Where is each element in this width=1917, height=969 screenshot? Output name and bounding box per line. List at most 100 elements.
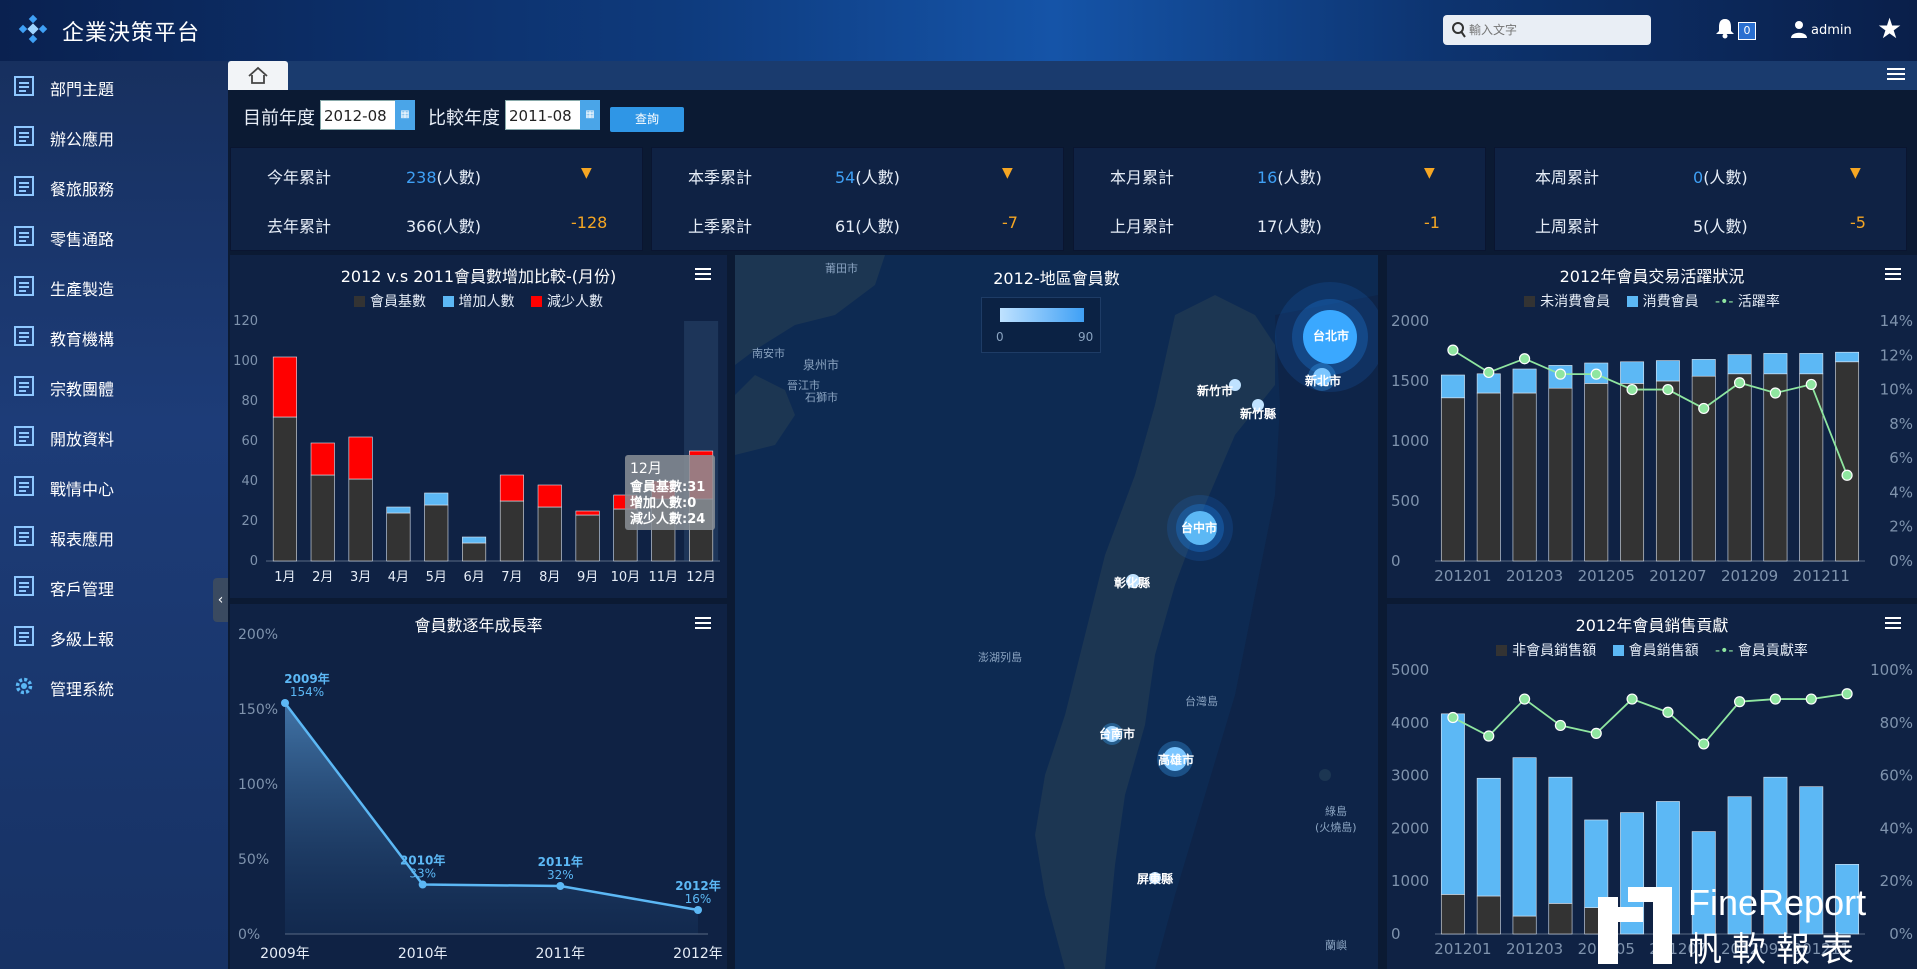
sidebar-item-label: 開放資料: [50, 430, 115, 449]
y2-tick-label: 0%: [1889, 552, 1913, 570]
logo-icon: [18, 14, 48, 44]
report-icon: [14, 76, 34, 96]
menu-icon[interactable]: [1887, 66, 1905, 82]
monthly-bar-chart: 0 20 40 60 80 100 120 1月 2月 3月 4月 5月 6月 7月 8月 9月 10月 11月 1…: [233, 314, 720, 585]
report-icon: [14, 626, 34, 646]
notification-count: 0: [1738, 22, 1756, 40]
sidebar-item-label: 生產製造: [50, 280, 115, 299]
sidebar-item-reports[interactable]: 報表應用: [0, 516, 228, 556]
app-title: 企業決策平台: [62, 21, 201, 46]
x-tick-label: 8月: [539, 570, 560, 585]
report-icon: [14, 426, 34, 446]
y-tick-label: 0: [1391, 552, 1401, 570]
y2-tick-label: 40%: [1880, 819, 1913, 837]
x-tick-label: 3月: [350, 570, 371, 585]
down-arrow-icon: ▼: [1424, 165, 1435, 181]
sidebar-item-department[interactable]: 部門主題: [0, 66, 228, 106]
calendar-icon[interactable]: ▦: [580, 100, 600, 130]
y-tick-label: 100: [233, 354, 258, 369]
report-icon: [14, 326, 34, 346]
kpi-label: 今年累計: [267, 168, 332, 187]
x-tick-label: 9月: [577, 570, 598, 585]
kpi-value: 16(人數): [1257, 164, 1322, 188]
rate-line: [1452, 349, 1848, 476]
sidebar-item-office[interactable]: 辦公應用: [0, 116, 228, 156]
sidebar-item-religion[interactable]: 宗教團體: [0, 366, 228, 406]
tab-strip: [228, 61, 1917, 90]
rate-point: [1447, 711, 1459, 724]
bell-icon[interactable]: [1715, 17, 1735, 39]
y-tick-label: 20: [241, 514, 258, 529]
tooltip-line: 增加人數:0: [630, 495, 696, 511]
data-label: 154%: [290, 685, 324, 699]
data-point: [418, 880, 427, 889]
y2-tick-label: 60%: [1880, 767, 1913, 785]
bar-segment: [499, 500, 524, 562]
bar-segment: [310, 474, 335, 562]
search-input[interactable]: [1469, 20, 1645, 40]
sidebar-item-multi-level[interactable]: 多級上報: [0, 616, 228, 656]
current-year-label: 目前年度: [243, 108, 315, 129]
y2-tick-label: 20%: [1880, 872, 1913, 890]
query-button[interactable]: 查詢: [610, 107, 684, 132]
sidebar-item-label: 宗教團體: [50, 380, 115, 399]
kpi-unit: (人數): [1277, 168, 1322, 187]
data-label-category: 2011年: [538, 854, 583, 869]
watermark-brand: FineReport: [1688, 882, 1867, 923]
data-label-category: 2010年: [400, 853, 445, 868]
rate-point: [1626, 693, 1638, 705]
x-tick-label: 6月: [463, 570, 484, 585]
kpi-unit: (人數): [436, 168, 482, 187]
y-tick-label: 500: [1391, 492, 1420, 510]
sidebar-item-label: 報表應用: [50, 530, 115, 549]
user-menu[interactable]: admin: [1790, 20, 1852, 38]
x-tick-label: 201203: [1506, 567, 1563, 585]
kpi-unit: (人數): [1703, 168, 1748, 187]
kpi-prev-value: 5(人數): [1693, 217, 1748, 236]
calendar-icon[interactable]: ▦: [395, 100, 415, 130]
favorite-star-icon[interactable]: ★: [1877, 15, 1902, 43]
x-tick-label: 201207: [1649, 567, 1706, 585]
bar-segment: [1476, 895, 1501, 935]
x-tick-label: 2011年: [536, 946, 586, 962]
y-tick-label: 80: [241, 394, 258, 409]
x-tick-label: 2010年: [398, 946, 448, 962]
search-box[interactable]: [1443, 15, 1651, 45]
sidebar-item-education[interactable]: 教育機構: [0, 316, 228, 356]
sidebar-item-open-data[interactable]: 開放資料: [0, 416, 228, 456]
user-icon: [1791, 21, 1807, 38]
sidebar-collapse-button[interactable]: ‹: [213, 578, 228, 622]
y2-tick-label: 2%: [1889, 518, 1913, 536]
x-tick-label: 2月: [312, 570, 333, 585]
bar-segment: [575, 514, 600, 562]
sidebar-item-admin[interactable]: 管理系統: [0, 666, 228, 706]
rate-point: [1805, 378, 1817, 391]
x-tick-label: 5月: [426, 570, 447, 585]
rate-point: [1841, 469, 1853, 481]
kpi-card-month: 本月累計 16(人數) ▼ 上月累計 17(人數) -1: [1073, 147, 1486, 251]
growth-area-chart: 0%50%100%150%200%2009年154%2009年2010年33%2…: [238, 627, 723, 962]
city-label: 台北市: [1313, 329, 1350, 343]
bar-segment: [310, 442, 335, 476]
rate-point: [1447, 344, 1459, 356]
bar-segment: [1476, 777, 1501, 897]
sidebar-item-manufacturing[interactable]: 生產製造: [0, 266, 228, 306]
data-label-category: 2009年: [284, 671, 329, 686]
bar-segment: [272, 356, 297, 418]
kpi-number: 54: [835, 168, 856, 187]
bar-segment: [424, 504, 449, 562]
kpi-label: 上月累計: [1110, 217, 1175, 236]
sidebar-item-label: 部門主題: [50, 80, 115, 99]
y2-tick-label: 14%: [1880, 312, 1913, 330]
city-label: 台中市: [1181, 521, 1218, 535]
bar-segment: [1763, 353, 1788, 375]
sidebar-item-retail[interactable]: 零售通路: [0, 216, 228, 256]
tab-home[interactable]: [228, 61, 288, 90]
data-point: [281, 699, 289, 707]
gear-icon: [15, 677, 33, 695]
y-tick-label: 50%: [238, 852, 269, 868]
member-map-panel[interactable]: 2012-地區會員數 0 90 莆田市 南安市 泉州市 晉江市 石獅市 澎湖列島…: [735, 255, 1378, 969]
sidebar-item-customers[interactable]: 客戶管理: [0, 566, 228, 606]
sidebar-item-hospitality[interactable]: 餐旅服務: [0, 166, 228, 206]
sidebar-item-war-room[interactable]: 戰情中心: [0, 466, 228, 506]
